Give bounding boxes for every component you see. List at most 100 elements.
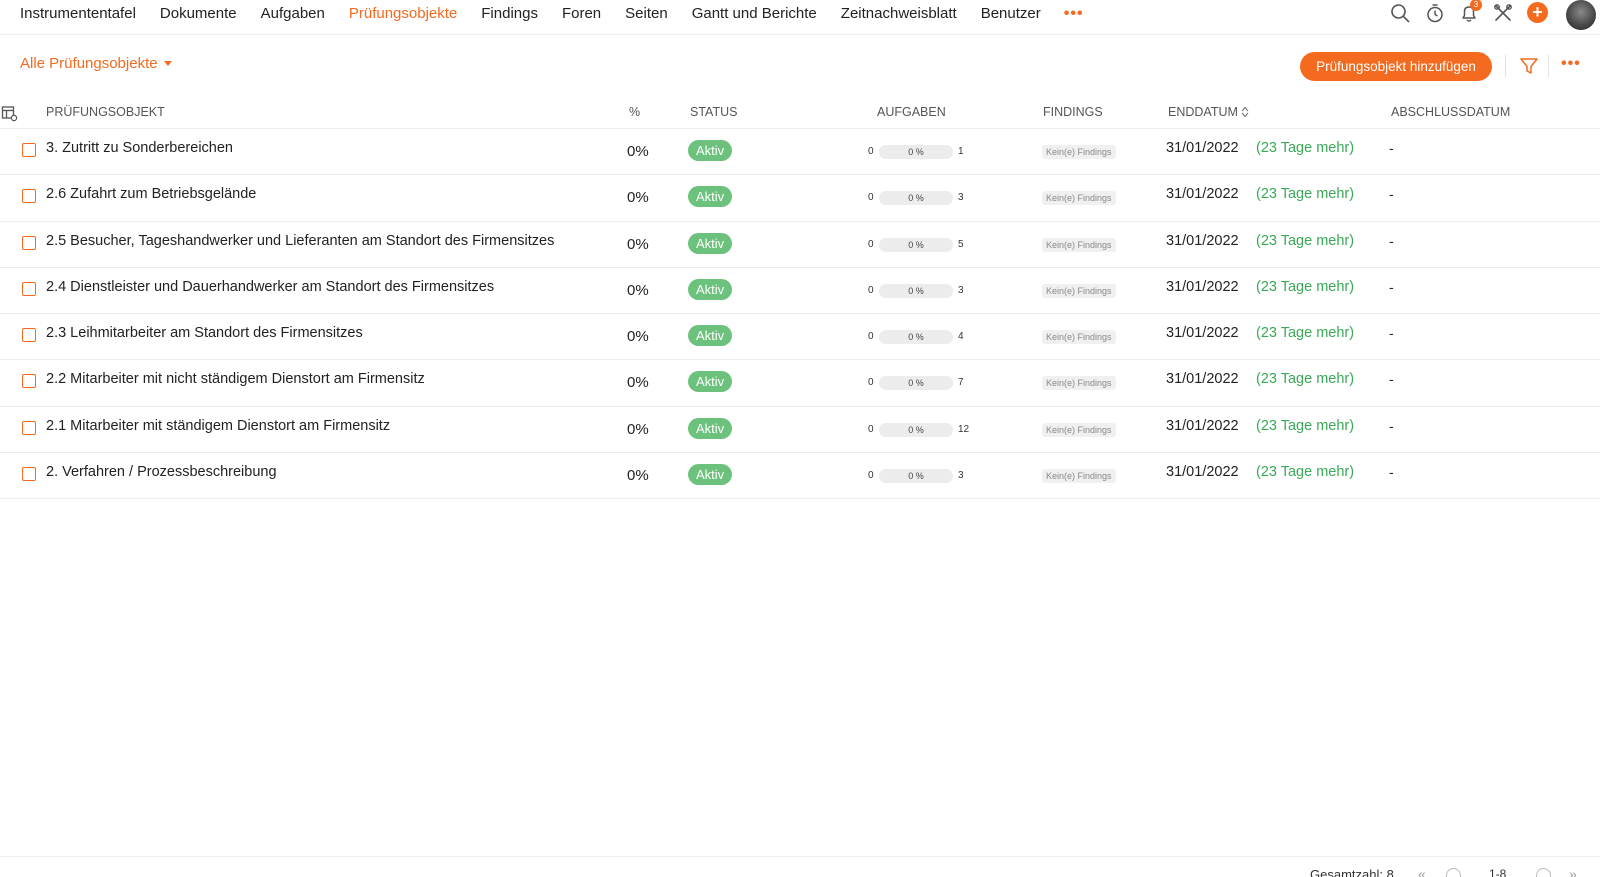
header-pruefungsobjekt[interactable]: PRÜFUNGSOBJEKT [46, 105, 165, 119]
status-badge[interactable]: Aktiv [688, 464, 733, 486]
view-selector-label: Alle Prüfungsobjekte [20, 55, 158, 72]
nav-item-aufgaben[interactable]: Aufgaben [261, 5, 325, 22]
tasks-total-count: 1 [958, 146, 964, 157]
sort-icon [1241, 106, 1249, 118]
tasks-progress-bar: 0 % [879, 283, 953, 298]
row-checkbox[interactable] [22, 328, 36, 343]
header-abschlussdatum[interactable]: ABSCHLUSSDATUM [1391, 105, 1510, 119]
header-status[interactable]: STATUS [690, 105, 737, 119]
nav-item-zeitnachweisblatt[interactable]: Zeitnachweisblatt [841, 5, 957, 22]
header-aufgaben[interactable]: AUFGABEN [877, 105, 946, 119]
top-navigation: Instrumententafel Dokumente Aufgaben Prü… [0, 0, 1600, 35]
closing-date: - [1389, 278, 1394, 295]
tasks-progress-bar: 0 % [879, 469, 953, 484]
next-page-icon[interactable] [1536, 868, 1551, 877]
nav-item-pruefungsobjekte[interactable]: Prüfungsobjekte [349, 5, 457, 22]
status-badge[interactable]: Aktiv [688, 186, 733, 208]
filter-icon[interactable] [1518, 55, 1540, 77]
nav-more-icon[interactable]: ••• [1064, 5, 1084, 23]
column-settings-icon[interactable] [1, 105, 18, 122]
nav-item-benutzer[interactable]: Benutzer [981, 5, 1041, 22]
findings-tag[interactable]: Kein(e) Findings [1042, 376, 1116, 391]
remaining-days: (23 Tage mehr) [1256, 325, 1355, 342]
table-header: PRÜFUNGSOBJEKT % STATUS AUFGABEN FINDING… [0, 101, 1600, 129]
search-icon[interactable] [1389, 2, 1411, 24]
row-name[interactable]: 2.1 Mitarbeiter mit ständigem Dienstort … [46, 418, 390, 434]
table-row: 2.5 Besucher, Tageshandwerker und Liefer… [0, 222, 1600, 268]
status-badge[interactable]: Aktiv [688, 325, 733, 347]
status-badge[interactable]: Aktiv [688, 417, 733, 439]
remaining-days: (23 Tage mehr) [1256, 186, 1355, 203]
nav-item-gantt-und-berichte[interactable]: Gantt und Berichte [692, 5, 817, 22]
tasks-open-count: 0 [868, 423, 874, 435]
status-badge[interactable]: Aktiv [688, 278, 733, 300]
last-page-icon[interactable]: » [1569, 866, 1577, 877]
header-findings[interactable]: FINDINGS [1043, 105, 1103, 119]
row-name[interactable]: 2.3 Leihmitarbeiter am Standort des Firm… [46, 325, 363, 341]
closing-date: - [1389, 325, 1394, 342]
tools-icon[interactable] [1492, 2, 1514, 24]
closing-date: - [1389, 464, 1394, 481]
row-checkbox[interactable] [22, 467, 36, 482]
row-name[interactable]: 2.6 Zufahrt zum Betriebsgelände [46, 186, 256, 202]
add-icon[interactable]: + [1527, 2, 1548, 23]
row-checkbox[interactable] [22, 374, 36, 389]
row-percent: 0% [627, 143, 649, 160]
end-date: 31/01/2022 [1166, 325, 1239, 342]
row-checkbox[interactable] [22, 420, 36, 435]
tasks-total-count: 4 [958, 331, 964, 343]
row-checkbox[interactable] [22, 189, 36, 204]
tasks-total-count: 3 [958, 192, 964, 204]
toolbar-divider [1505, 55, 1506, 77]
pagination-footer: Gesamtzahl: 8 « 1-8 » [0, 856, 1600, 877]
end-date: 31/01/2022 [1166, 278, 1239, 295]
end-date: 31/01/2022 [1166, 371, 1239, 388]
bell-icon[interactable]: 3 [1458, 0, 1482, 24]
row-checkbox[interactable] [22, 235, 36, 250]
view-selector-dropdown[interactable]: Alle Prüfungsobjekte [20, 55, 172, 72]
findings-tag[interactable]: Kein(e) Findings [1042, 145, 1116, 159]
row-percent: 0% [627, 374, 649, 392]
nav-item-findings[interactable]: Findings [481, 5, 538, 22]
findings-tag[interactable]: Kein(e) Findings [1042, 422, 1116, 437]
row-name[interactable]: 2.2 Mitarbeiter mit nicht ständigem Dien… [46, 371, 425, 387]
table-row: 2.1 Mitarbeiter mit ständigem Dienstort … [0, 407, 1600, 454]
nav-item-foren[interactable]: Foren [562, 5, 601, 22]
status-badge[interactable]: Aktiv [688, 140, 733, 161]
findings-tag[interactable]: Kein(e) Findings [1042, 283, 1116, 298]
row-percent: 0% [627, 467, 649, 485]
first-page-icon[interactable]: « [1418, 866, 1426, 877]
findings-tag[interactable]: Kein(e) Findings [1042, 191, 1116, 206]
status-badge[interactable]: Aktiv [688, 371, 733, 393]
nav-item-dokumente[interactable]: Dokumente [160, 5, 237, 22]
tasks-open-count: 0 [868, 284, 874, 296]
table-row: 2.2 Mitarbeiter mit nicht ständigem Dien… [0, 360, 1600, 407]
findings-tag[interactable]: Kein(e) Findings [1042, 469, 1116, 484]
add-pruefungsobjekt-button[interactable]: Prüfungsobjekt hinzufügen [1300, 52, 1492, 81]
status-badge[interactable]: Aktiv [688, 232, 733, 254]
page-range: 1-8 [1489, 867, 1507, 877]
timer-icon[interactable] [1424, 2, 1446, 24]
avatar[interactable] [1566, 0, 1596, 30]
remaining-days: (23 Tage mehr) [1256, 140, 1355, 156]
end-date: 31/01/2022 [1166, 140, 1239, 156]
row-name[interactable]: 2. Verfahren / Prozessbeschreibung [46, 464, 277, 480]
row-name[interactable]: 3. Zutritt zu Sonderbereichen [46, 140, 233, 156]
row-name[interactable]: 2.4 Dienstleister und Dauerhandwerker am… [46, 279, 494, 295]
more-options-icon[interactable]: ••• [1561, 55, 1581, 73]
previous-page-icon[interactable] [1446, 868, 1461, 877]
row-checkbox[interactable] [22, 143, 36, 157]
findings-tag[interactable]: Kein(e) Findings [1042, 330, 1116, 345]
nav-item-instrumententafel[interactable]: Instrumententafel [20, 5, 136, 22]
row-name[interactable]: 2.5 Besucher, Tageshandwerker und Liefer… [46, 233, 554, 249]
tasks-progress-bar: 0 % [879, 237, 953, 252]
tasks-progress-bar: 0 % [879, 330, 953, 345]
row-checkbox[interactable] [22, 281, 36, 296]
findings-tag[interactable]: Kein(e) Findings [1042, 237, 1116, 252]
table-body: 3. Zutritt zu Sonderbereichen 0% Aktiv 0… [0, 129, 1600, 500]
closing-date: - [1389, 232, 1394, 249]
nav-item-seiten[interactable]: Seiten [625, 5, 668, 22]
header-enddatum[interactable]: ENDDATUM [1168, 105, 1249, 119]
remaining-days: (23 Tage mehr) [1256, 278, 1355, 295]
header-percent[interactable]: % [629, 105, 640, 119]
